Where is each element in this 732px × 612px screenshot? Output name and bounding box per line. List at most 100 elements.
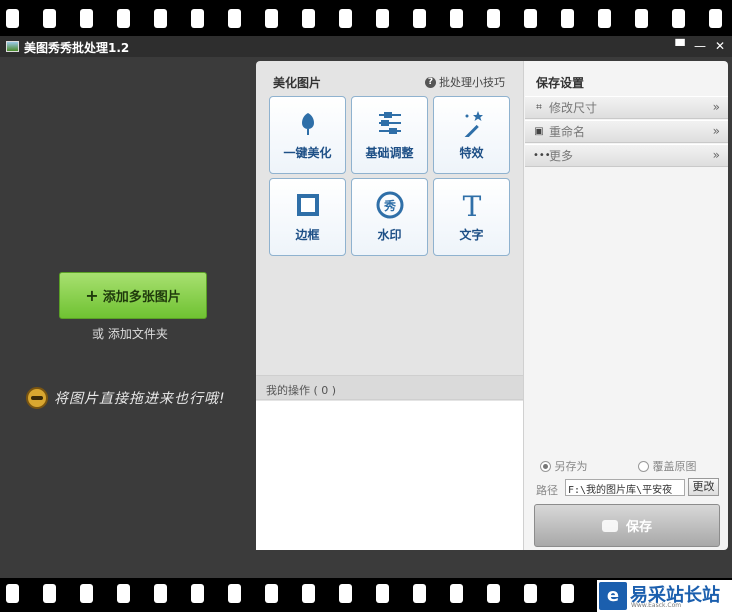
tile-watermark[interactable]: 秀 水印: [351, 178, 428, 256]
film-hole: [524, 584, 537, 603]
section-label: 修改尺寸: [549, 101, 598, 115]
chevron-right-icon: »: [712, 100, 720, 114]
rename-icon: ▣: [534, 126, 544, 137]
tile-one-click-beautify[interactable]: 一键美化: [269, 96, 346, 174]
film-hole: [6, 9, 19, 28]
my-operations-label: 我的操作 ( 0 ): [266, 384, 337, 397]
film-hole: [339, 9, 352, 28]
film-hole: [80, 584, 93, 603]
film-hole: [376, 9, 389, 28]
tile-label: 水印: [377, 228, 402, 242]
film-hole: [191, 584, 204, 603]
app-window: 美图秀秀批处理1.2 ▀ — ✕ + 添加多张图片 或 添加文件夹 将图片直接拖…: [0, 36, 732, 578]
path-label: 路径: [536, 484, 558, 497]
film-hole: [598, 9, 611, 28]
tile-frame[interactable]: 边框: [269, 178, 346, 256]
film-hole: [413, 584, 426, 603]
svg-text:秀: 秀: [382, 198, 396, 213]
chevron-right-icon: »: [712, 148, 720, 162]
section-rename[interactable]: ▣ 重命名 »: [525, 120, 728, 143]
app-logo-icon: [6, 41, 19, 52]
tile-basic-adjust[interactable]: 基础调整: [351, 96, 428, 174]
film-hole: [376, 584, 389, 603]
add-images-button[interactable]: + 添加多张图片: [59, 272, 207, 319]
my-operations-bar: 我的操作 ( 0 ): [256, 375, 523, 400]
film-hole: [302, 9, 315, 28]
save-settings-pane: 保存设置 ⌗ 修改尺寸 » ▣ 重命名 » ••• 更多 » 另存为 覆盖原图: [523, 61, 728, 550]
save-button[interactable]: 保存: [534, 504, 720, 547]
magic-wand-icon: [434, 109, 509, 137]
save-as-radio[interactable]: 另存为: [540, 458, 588, 474]
chevron-right-icon: »: [712, 124, 720, 138]
film-hole: [80, 9, 93, 28]
save-mode-group: 另存为 覆盖原图: [540, 458, 720, 474]
tips-label: 批处理小技巧: [439, 76, 505, 89]
film-strip-top: [0, 0, 732, 36]
section-more[interactable]: ••• 更多 »: [525, 144, 728, 167]
change-path-button[interactable]: 更改: [688, 478, 719, 496]
window-title: 美图秀秀批处理1.2: [24, 41, 130, 55]
tulip-icon: [270, 109, 345, 137]
minimize-button[interactable]: —: [692, 38, 708, 54]
tile-effects[interactable]: 特效: [433, 96, 510, 174]
section-label: 更多: [549, 149, 574, 163]
drag-hint-text: 将图片直接拖进来也行哦!: [54, 391, 226, 407]
my-operations-list: [256, 401, 523, 550]
film-hole: [6, 584, 19, 603]
section-label: 重命名: [549, 125, 586, 139]
section-resize[interactable]: ⌗ 修改尺寸 »: [525, 96, 728, 119]
title-bar: 美图秀秀批处理1.2 ▀ — ✕: [0, 36, 732, 57]
film-hole: [339, 584, 352, 603]
tips-link[interactable]: ? 批处理小技巧: [425, 74, 505, 90]
radio-dot-icon: [540, 461, 551, 472]
film-hole: [154, 9, 167, 28]
tile-label: 一键美化: [283, 146, 332, 160]
film-hole: [43, 9, 56, 28]
site-watermark: e 易采站长站 Www.Easck.Com: [597, 580, 732, 612]
mascot-icon: [26, 387, 48, 409]
svg-text:T: T: [462, 191, 481, 219]
more-dots-icon: •••: [533, 150, 551, 161]
beautify-title: 美化图片: [273, 76, 322, 90]
close-button[interactable]: ✕: [712, 38, 728, 54]
watermark-sub: Www.Easck.Com: [631, 602, 682, 609]
overwrite-label: 覆盖原图: [652, 460, 697, 473]
path-field[interactable]: F:\我的图片库\平安夜: [565, 479, 685, 496]
site-logo-icon: e: [599, 582, 627, 610]
film-hole: [191, 9, 204, 28]
film-hole: [302, 584, 315, 603]
tile-label: 文字: [459, 228, 484, 242]
save-button-label: 保存: [625, 520, 652, 535]
beautify-pane: 美化图片 ? 批处理小技巧 一键美化 基础调整 特效 边框 秀 水印 T 文字 …: [256, 61, 523, 550]
film-hole: [450, 584, 463, 603]
text-t-icon: T: [434, 191, 509, 219]
film-hole: [228, 9, 241, 28]
crop-icon: ⌗: [536, 102, 542, 113]
film-hole: [635, 9, 648, 28]
add-folder-link[interactable]: 或 添加文件夹: [92, 325, 168, 342]
film-hole: [450, 9, 463, 28]
film-hole: [154, 584, 167, 603]
film-hole: [709, 9, 722, 28]
save-icon: [601, 519, 618, 532]
overwrite-radio[interactable]: 覆盖原图: [638, 458, 697, 474]
save-as-label: 另存为: [554, 460, 588, 473]
tile-text[interactable]: T 文字: [433, 178, 510, 256]
film-hole: [228, 584, 241, 603]
film-hole: [413, 9, 426, 28]
save-settings-title: 保存设置: [536, 76, 585, 90]
tile-label: 边框: [295, 228, 320, 242]
film-hole: [487, 9, 500, 28]
plus-icon: +: [85, 286, 99, 305]
tile-label: 特效: [459, 146, 484, 160]
question-icon: ?: [425, 76, 436, 88]
sliders-icon: [352, 109, 427, 137]
film-hole: [265, 584, 278, 603]
import-pane: + 添加多张图片 或 添加文件夹 将图片直接拖进来也行哦!: [0, 57, 256, 578]
feedback-icon[interactable]: ▀: [672, 38, 688, 54]
film-hole: [43, 584, 56, 603]
film-hole: [672, 9, 685, 28]
film-hole: [117, 9, 130, 28]
frame-icon: [270, 191, 345, 219]
film-hole: [561, 9, 574, 28]
